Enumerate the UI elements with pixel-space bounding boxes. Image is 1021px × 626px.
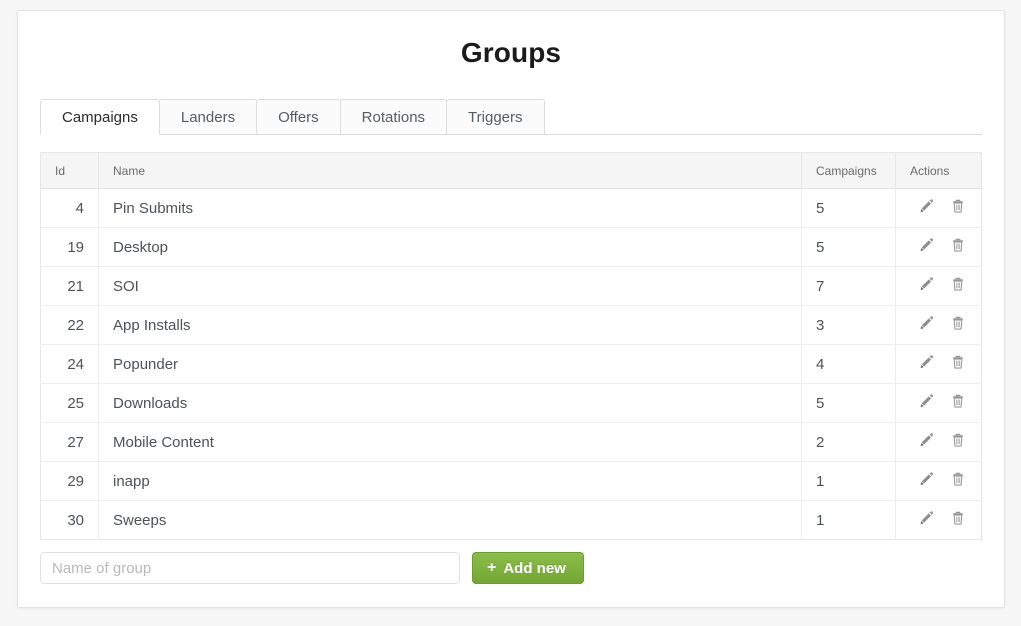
cell-actions — [895, 266, 982, 306]
cell-actions — [895, 188, 982, 228]
cell-name: inapp — [98, 461, 802, 501]
cell-actions — [895, 305, 982, 345]
cell-actions — [895, 500, 982, 540]
cell-name: Pin Submits — [98, 188, 802, 228]
trash-icon[interactable] — [947, 471, 969, 491]
cell-actions — [895, 227, 982, 267]
trash-icon[interactable] — [947, 276, 969, 296]
cell-actions — [895, 383, 982, 423]
trash-icon[interactable] — [947, 432, 969, 452]
plus-icon: + — [487, 559, 497, 576]
table-row: 4 Pin Submits 5 — [40, 188, 982, 228]
column-header-campaigns: Campaigns — [801, 152, 896, 189]
groups-card: Groups Campaigns Landers Offers Rotations Tr… — [17, 10, 1005, 608]
cell-id: 22 — [40, 305, 99, 345]
table-row: 29 inapp 1 — [40, 461, 982, 501]
add-new-button[interactable]: + Add new — [472, 552, 584, 584]
cell-campaigns: 2 — [801, 422, 896, 462]
cell-id: 30 — [40, 500, 99, 540]
cell-actions — [895, 344, 982, 384]
cell-id: 24 — [40, 344, 99, 384]
cell-campaigns: 3 — [801, 305, 896, 345]
cell-name: Desktop — [98, 227, 802, 267]
column-header-name: Name — [98, 152, 802, 189]
column-header-actions: Actions — [895, 152, 982, 189]
cell-campaigns: 4 — [801, 344, 896, 384]
table-row: 24 Popunder 4 — [40, 344, 982, 384]
table-header: Id Name Campaigns Actions — [40, 152, 982, 189]
pencil-icon[interactable] — [915, 198, 937, 218]
table-row: 30 Sweeps 1 — [40, 500, 982, 540]
cell-id: 25 — [40, 383, 99, 423]
table-row: 19 Desktop 5 — [40, 227, 982, 267]
cell-name: Popunder — [98, 344, 802, 384]
groups-table-container: Id Name Campaigns Actions 4 Pin Submits 5 1… — [40, 152, 982, 540]
trash-icon[interactable] — [947, 315, 969, 335]
trash-icon[interactable] — [947, 198, 969, 218]
pencil-icon[interactable] — [915, 393, 937, 413]
cell-name: Mobile Content — [98, 422, 802, 462]
table-row: 27 Mobile Content 2 — [40, 422, 982, 462]
cell-name: SOI — [98, 266, 802, 306]
pencil-icon[interactable] — [915, 510, 937, 530]
trash-icon[interactable] — [947, 237, 969, 257]
pencil-icon[interactable] — [915, 354, 937, 374]
tab-campaigns[interactable]: Campaigns — [40, 99, 160, 135]
cell-id: 29 — [40, 461, 99, 501]
cell-id: 4 — [40, 188, 99, 228]
column-header-id: Id — [40, 152, 99, 189]
cell-name: App Installs — [98, 305, 802, 345]
cell-campaigns: 5 — [801, 227, 896, 267]
table-header-row: Id Name Campaigns Actions — [40, 152, 982, 189]
cell-campaigns: 5 — [801, 188, 896, 228]
pencil-icon[interactable] — [915, 237, 937, 257]
pencil-icon[interactable] — [915, 315, 937, 335]
add-group-form: + Add new — [40, 552, 982, 584]
cell-name: Downloads — [98, 383, 802, 423]
groups-table: Id Name Campaigns Actions 4 Pin Submits 5 1… — [40, 152, 982, 540]
tab-offers[interactable]: Offers — [256, 99, 341, 135]
add-new-button-label: Add new — [503, 559, 566, 577]
table-row: 21 SOI 7 — [40, 266, 982, 306]
tab-landers[interactable]: Landers — [158, 99, 258, 135]
table-body: 4 Pin Submits 5 19 Desktop 5 21 SOI 7 22 App Insta… — [40, 188, 982, 540]
cell-actions — [895, 461, 982, 501]
trash-icon[interactable] — [947, 510, 969, 530]
cell-actions — [895, 422, 982, 462]
tab-rotations[interactable]: Rotations — [339, 99, 448, 135]
trash-icon[interactable] — [947, 393, 969, 413]
cell-id: 27 — [40, 422, 99, 462]
tab-triggers[interactable]: Triggers — [446, 99, 545, 135]
page-title: Groups — [460, 37, 562, 68]
cell-campaigns: 1 — [801, 461, 896, 501]
pencil-icon[interactable] — [915, 432, 937, 452]
pencil-icon[interactable] — [915, 471, 937, 491]
group-name-input[interactable] — [40, 552, 460, 584]
table-row: 22 App Installs 3 — [40, 305, 982, 345]
cell-campaigns: 5 — [801, 383, 896, 423]
cell-id: 19 — [40, 227, 99, 267]
table-row: 25 Downloads 5 — [40, 383, 982, 423]
cell-id: 21 — [40, 266, 99, 306]
tab-bar: Campaigns Landers Offers Rotations Triggers — [40, 99, 982, 135]
cell-name: Sweeps — [98, 500, 802, 540]
trash-icon[interactable] — [947, 354, 969, 374]
pencil-icon[interactable] — [915, 276, 937, 296]
cell-campaigns: 1 — [801, 500, 896, 540]
app-page: Groups Campaigns Landers Offers Rotations Tr… — [0, 0, 1021, 626]
cell-campaigns: 7 — [801, 266, 896, 306]
